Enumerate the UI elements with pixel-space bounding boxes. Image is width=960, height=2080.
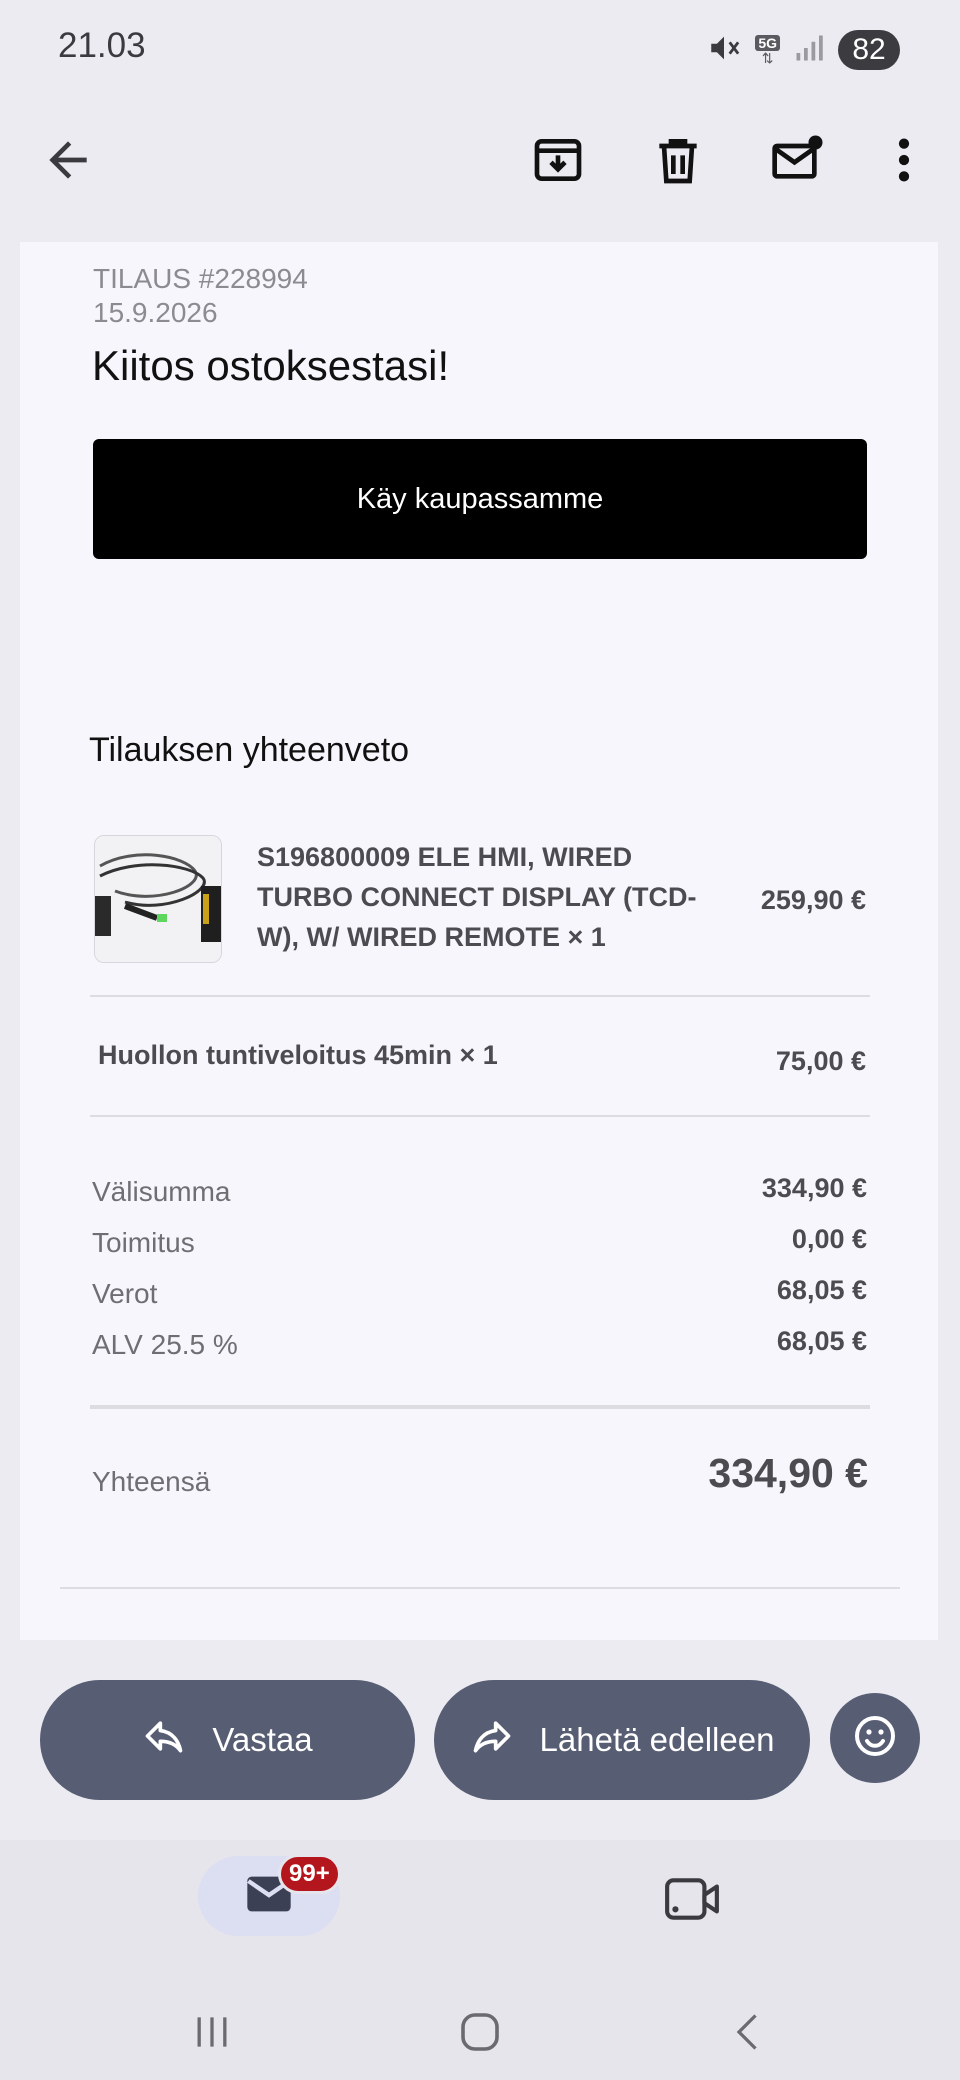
recent-apps-icon[interactable] [180, 2000, 244, 2064]
reply-button[interactable]: Vastaa [40, 1680, 415, 1800]
nav-back-icon[interactable] [718, 2000, 782, 2064]
visit-shop-button[interactable]: Käy kaupassamme [93, 439, 867, 559]
video-icon [663, 1874, 721, 1929]
grand-total-label: Yhteensä [92, 1466, 211, 1497]
subtotal-label: Välisumma [92, 1176, 231, 1207]
home-icon[interactable] [448, 2000, 512, 2064]
network-label: 5G [755, 35, 780, 51]
back-icon[interactable] [36, 128, 100, 192]
status-icons: 5G ⇅ 82 [707, 28, 900, 72]
divider [90, 1405, 870, 1409]
archive-icon[interactable] [526, 128, 590, 192]
line-item-price: 259,90 € [760, 885, 866, 915]
shipping-value: 0,00 € [791, 1224, 867, 1254]
reply-label: Vastaa [212, 1721, 313, 1758]
divider [90, 1115, 870, 1117]
emoji-icon [851, 1712, 899, 1765]
reply-icon [142, 1714, 186, 1766]
more-vert-icon[interactable] [872, 128, 936, 192]
forward-label: Lähetä edelleen [539, 1721, 775, 1758]
shipping-label: Toimitus [92, 1227, 195, 1258]
mute-icon [707, 31, 741, 70]
product-image [94, 835, 222, 963]
forward-icon [470, 1714, 514, 1766]
line-item-name: Huollon tuntiveloitus 45min × 1 [98, 1040, 498, 1070]
line-item-name: S196800009 ELE HMI, WIRED TURBO CONNECT … [257, 842, 697, 952]
emoji-button[interactable] [830, 1693, 920, 1783]
order-date: 15.9.2026 [93, 297, 218, 328]
summary-heading: Tilauksen yhteenveto [89, 731, 410, 769]
vat-value: 68,05 € [776, 1326, 867, 1356]
network-5g-icon: 5G ⇅ [755, 35, 780, 65]
battery-indicator: 82 [838, 30, 900, 70]
trash-icon[interactable] [646, 128, 710, 192]
signal-icon [794, 33, 824, 68]
divider [90, 995, 870, 997]
taxes-label: Verot [92, 1278, 158, 1309]
status-time: 21.03 [58, 26, 146, 65]
grand-total-value: 334,90 € [708, 1450, 868, 1496]
divider [60, 1587, 900, 1589]
line-item-price: 75,00 € [775, 1046, 866, 1076]
taxes-value: 68,05 € [776, 1275, 867, 1305]
forward-button[interactable]: Lähetä edelleen [434, 1680, 810, 1800]
unread-badge: 99+ [278, 1854, 341, 1894]
tab-meet[interactable] [660, 1876, 724, 1926]
mail-unread-icon[interactable] [766, 128, 830, 192]
vat-label: ALV 25.5 % [92, 1329, 238, 1360]
order-number: TILAUS #228994 [93, 263, 308, 294]
subtotal-value: 334,90 € [761, 1173, 867, 1203]
thanks-heading: Kiitos ostoksestasi! [92, 342, 450, 389]
